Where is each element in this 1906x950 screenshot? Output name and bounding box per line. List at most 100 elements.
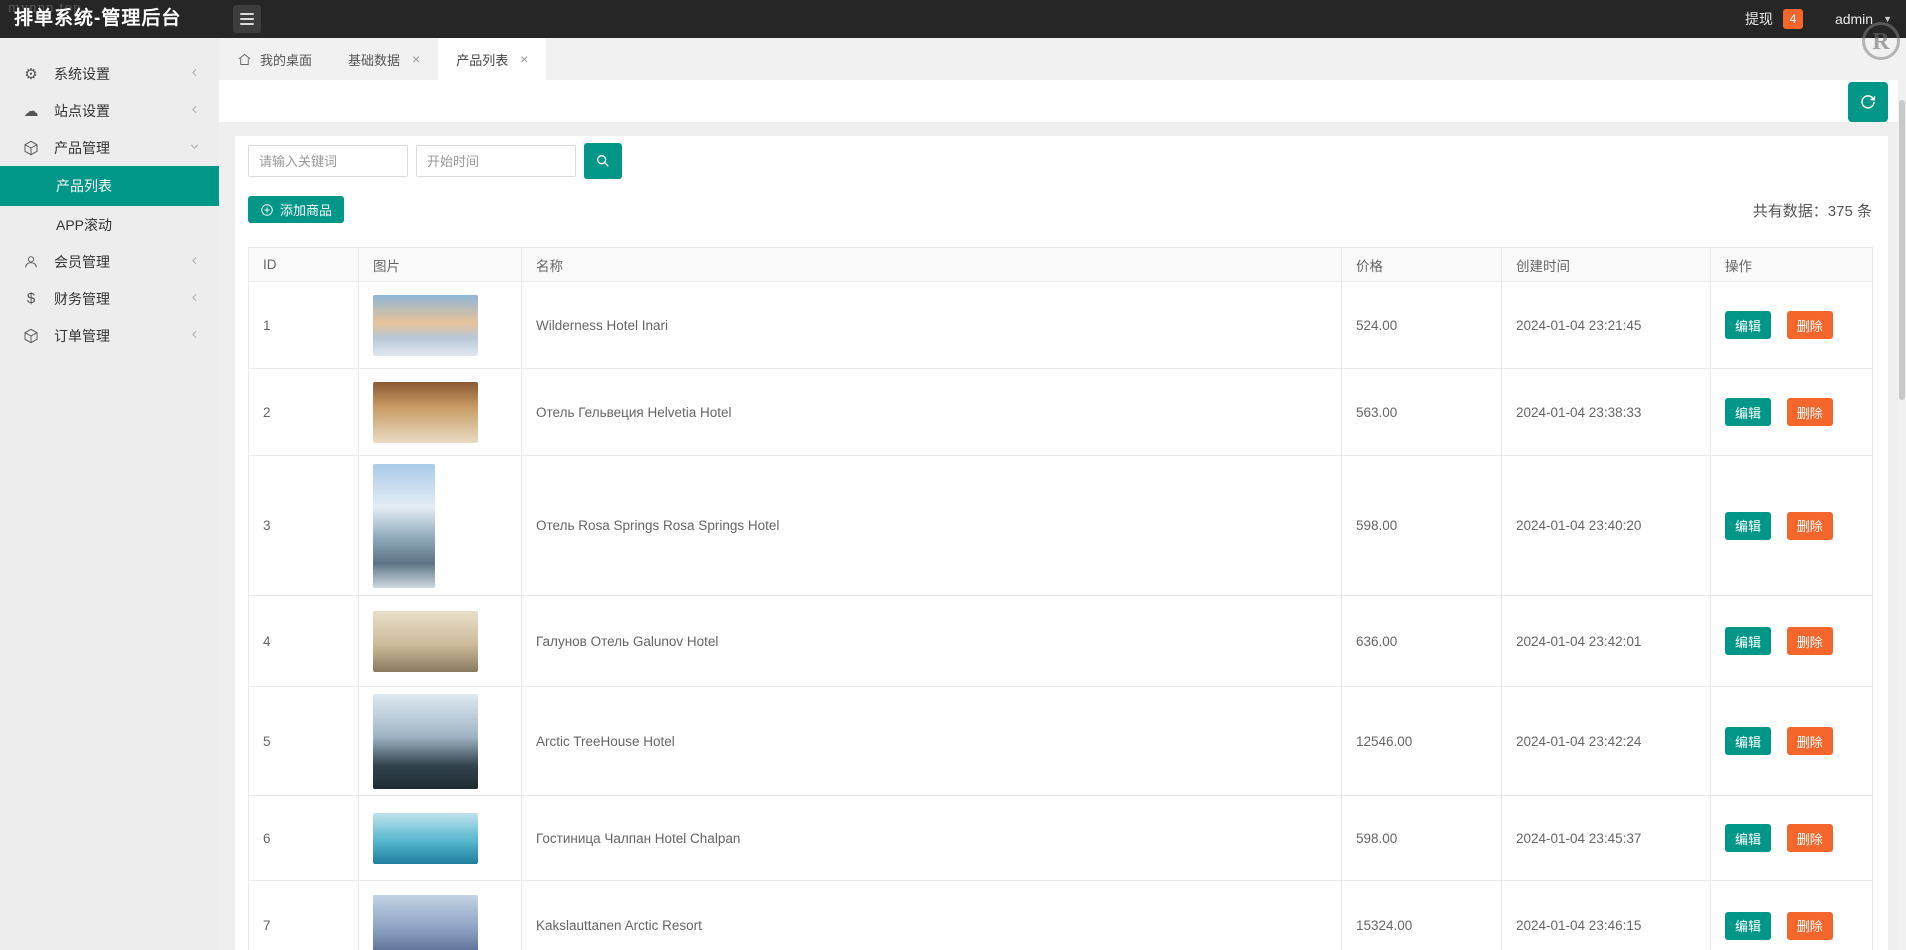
- search-button[interactable]: [584, 143, 622, 179]
- delete-button[interactable]: 删除: [1787, 627, 1833, 655]
- hotel-photo: [373, 464, 435, 588]
- edit-button[interactable]: 编辑: [1725, 727, 1771, 755]
- close-icon[interactable]: ×: [412, 52, 420, 66]
- cell-ops: 编辑 删除: [1711, 796, 1873, 881]
- table-row: 2 Отель Гельвеция Helvetia Hotel 563.00 …: [249, 369, 1873, 456]
- sidebar-item-product-management[interactable]: 产品管理: [0, 129, 219, 166]
- home-icon: [237, 52, 252, 67]
- tab-my-desktop[interactable]: 我的桌面: [219, 38, 330, 80]
- content-panel: 添加商品 共有数据：375 条 ID 图片 名称 价格 创建时间 操作 1 Wi…: [235, 136, 1888, 950]
- sidebar-item-member-management[interactable]: 会员管理: [0, 243, 219, 280]
- hotel-photo: [373, 813, 478, 864]
- cell-name: Отель Гельвеция Helvetia Hotel: [522, 369, 1342, 456]
- watermark-text: mynnn.top: [8, 0, 82, 17]
- sidebar-item-label: 系统设置: [54, 64, 188, 84]
- cell-created: 2024-01-04 23:46:15: [1502, 881, 1711, 950]
- cell-id: 6: [249, 796, 359, 881]
- edit-button[interactable]: 编辑: [1725, 627, 1771, 655]
- tab-basic-data[interactable]: 基础数据 ×: [330, 38, 438, 80]
- start-date-input[interactable]: [416, 145, 576, 177]
- cell-id: 7: [249, 881, 359, 950]
- sidebar-item-site-settings[interactable]: ☁ 站点设置: [0, 92, 219, 129]
- sidebar: ⚙ 系统设置 ☁ 站点设置 产品管理 产品列表 APP滚动 会员管理 $ 财务管…: [0, 38, 219, 950]
- cell-price: 12546.00: [1342, 687, 1502, 796]
- tab-label: 我的桌面: [260, 50, 312, 69]
- cell-photo: [359, 881, 522, 950]
- hotel-photo: [373, 895, 478, 950]
- cell-id: 1: [249, 282, 359, 369]
- edit-button[interactable]: 编辑: [1725, 398, 1771, 426]
- cell-ops: 编辑 删除: [1711, 687, 1873, 796]
- hotel-photo: [373, 694, 478, 789]
- gear-icon: ⚙: [22, 65, 40, 83]
- cell-id: 5: [249, 687, 359, 796]
- withdraw-count-badge[interactable]: 4: [1783, 9, 1803, 29]
- filter-row: [248, 143, 622, 179]
- cell-ops: 编辑 删除: [1711, 881, 1873, 950]
- edit-button[interactable]: 编辑: [1725, 311, 1771, 339]
- edit-button[interactable]: 编辑: [1725, 912, 1771, 940]
- user-menu[interactable]: admin: [1835, 11, 1873, 27]
- delete-button[interactable]: 删除: [1787, 824, 1833, 852]
- chevron-left-icon: [188, 103, 201, 119]
- add-product-button[interactable]: 添加商品: [248, 196, 344, 223]
- edit-button[interactable]: 编辑: [1725, 824, 1771, 852]
- cell-id: 2: [249, 369, 359, 456]
- cell-created: 2024-01-04 23:45:37: [1502, 796, 1711, 881]
- delete-button[interactable]: 删除: [1787, 398, 1833, 426]
- sidebar-item-label: 订单管理: [54, 326, 188, 346]
- cell-photo: [359, 596, 522, 687]
- refresh-icon: [1859, 93, 1877, 111]
- user-icon: [22, 254, 40, 270]
- delete-button[interactable]: 删除: [1787, 512, 1833, 540]
- tab-label: 产品列表: [456, 50, 508, 69]
- sidebar-item-app-scroll[interactable]: APP滚动: [0, 206, 219, 243]
- edit-button[interactable]: 编辑: [1725, 512, 1771, 540]
- table-row: 6 Гостиница Чалпан Hotel Chalpan 598.00 …: [249, 796, 1873, 881]
- sidebar-item-label: 会员管理: [54, 252, 188, 272]
- withdraw-link[interactable]: 提现: [1745, 9, 1773, 29]
- cell-price: 636.00: [1342, 596, 1502, 687]
- sidebar-item-label: 产品管理: [54, 138, 188, 158]
- cell-photo: [359, 796, 522, 881]
- cell-price: 563.00: [1342, 369, 1502, 456]
- chevron-left-icon: [188, 254, 201, 270]
- cube-icon: [22, 328, 40, 344]
- chevron-down-icon: [188, 140, 201, 156]
- cell-price: 598.00: [1342, 796, 1502, 881]
- cell-photo: [359, 369, 522, 456]
- cell-ops: 编辑 删除: [1711, 369, 1873, 456]
- watermark-logo: R: [1862, 22, 1900, 60]
- cell-created: 2024-01-04 23:42:24: [1502, 687, 1711, 796]
- tab-product-list[interactable]: 产品列表 ×: [438, 38, 546, 80]
- page-scrollbar: [1898, 80, 1906, 950]
- keyword-input[interactable]: [248, 145, 408, 177]
- hotel-photo: [373, 611, 478, 672]
- cloud-icon: ☁: [22, 102, 40, 120]
- cell-ops: 编辑 删除: [1711, 282, 1873, 369]
- close-icon[interactable]: ×: [520, 52, 528, 66]
- sidebar-item-finance-management[interactable]: $ 财务管理: [0, 280, 219, 317]
- search-icon: [595, 153, 611, 169]
- table-header-row: ID 图片 名称 价格 创建时间 操作: [249, 248, 1873, 282]
- delete-button[interactable]: 删除: [1787, 727, 1833, 755]
- table-row: 3 Отель Rosa Springs Rosa Springs Hotel …: [249, 456, 1873, 596]
- toolbar-strip: [219, 80, 1906, 122]
- cell-created: 2024-01-04 23:42:01: [1502, 596, 1711, 687]
- table-row: 4 Галунов Отель Galunov Hotel 636.00 202…: [249, 596, 1873, 687]
- delete-button[interactable]: 删除: [1787, 311, 1833, 339]
- delete-button[interactable]: 删除: [1787, 912, 1833, 940]
- sidebar-item-product-list[interactable]: 产品列表: [0, 166, 219, 206]
- chevron-left-icon: [188, 328, 201, 344]
- sidebar-item-label: 财务管理: [54, 289, 188, 309]
- header-name: 名称: [522, 248, 1342, 282]
- sidebar-item-order-management[interactable]: 订单管理: [0, 317, 219, 354]
- menu-icon[interactable]: [233, 5, 261, 33]
- cell-id: 4: [249, 596, 359, 687]
- cell-name: Kakslauttanen Arctic Resort: [522, 881, 1342, 950]
- scrollbar-thumb[interactable]: [1899, 100, 1905, 400]
- sidebar-item-system-settings[interactable]: ⚙ 系统设置: [0, 55, 219, 92]
- refresh-button[interactable]: [1848, 82, 1888, 122]
- header-created: 创建时间: [1502, 248, 1711, 282]
- cell-created: 2024-01-04 23:40:20: [1502, 456, 1711, 596]
